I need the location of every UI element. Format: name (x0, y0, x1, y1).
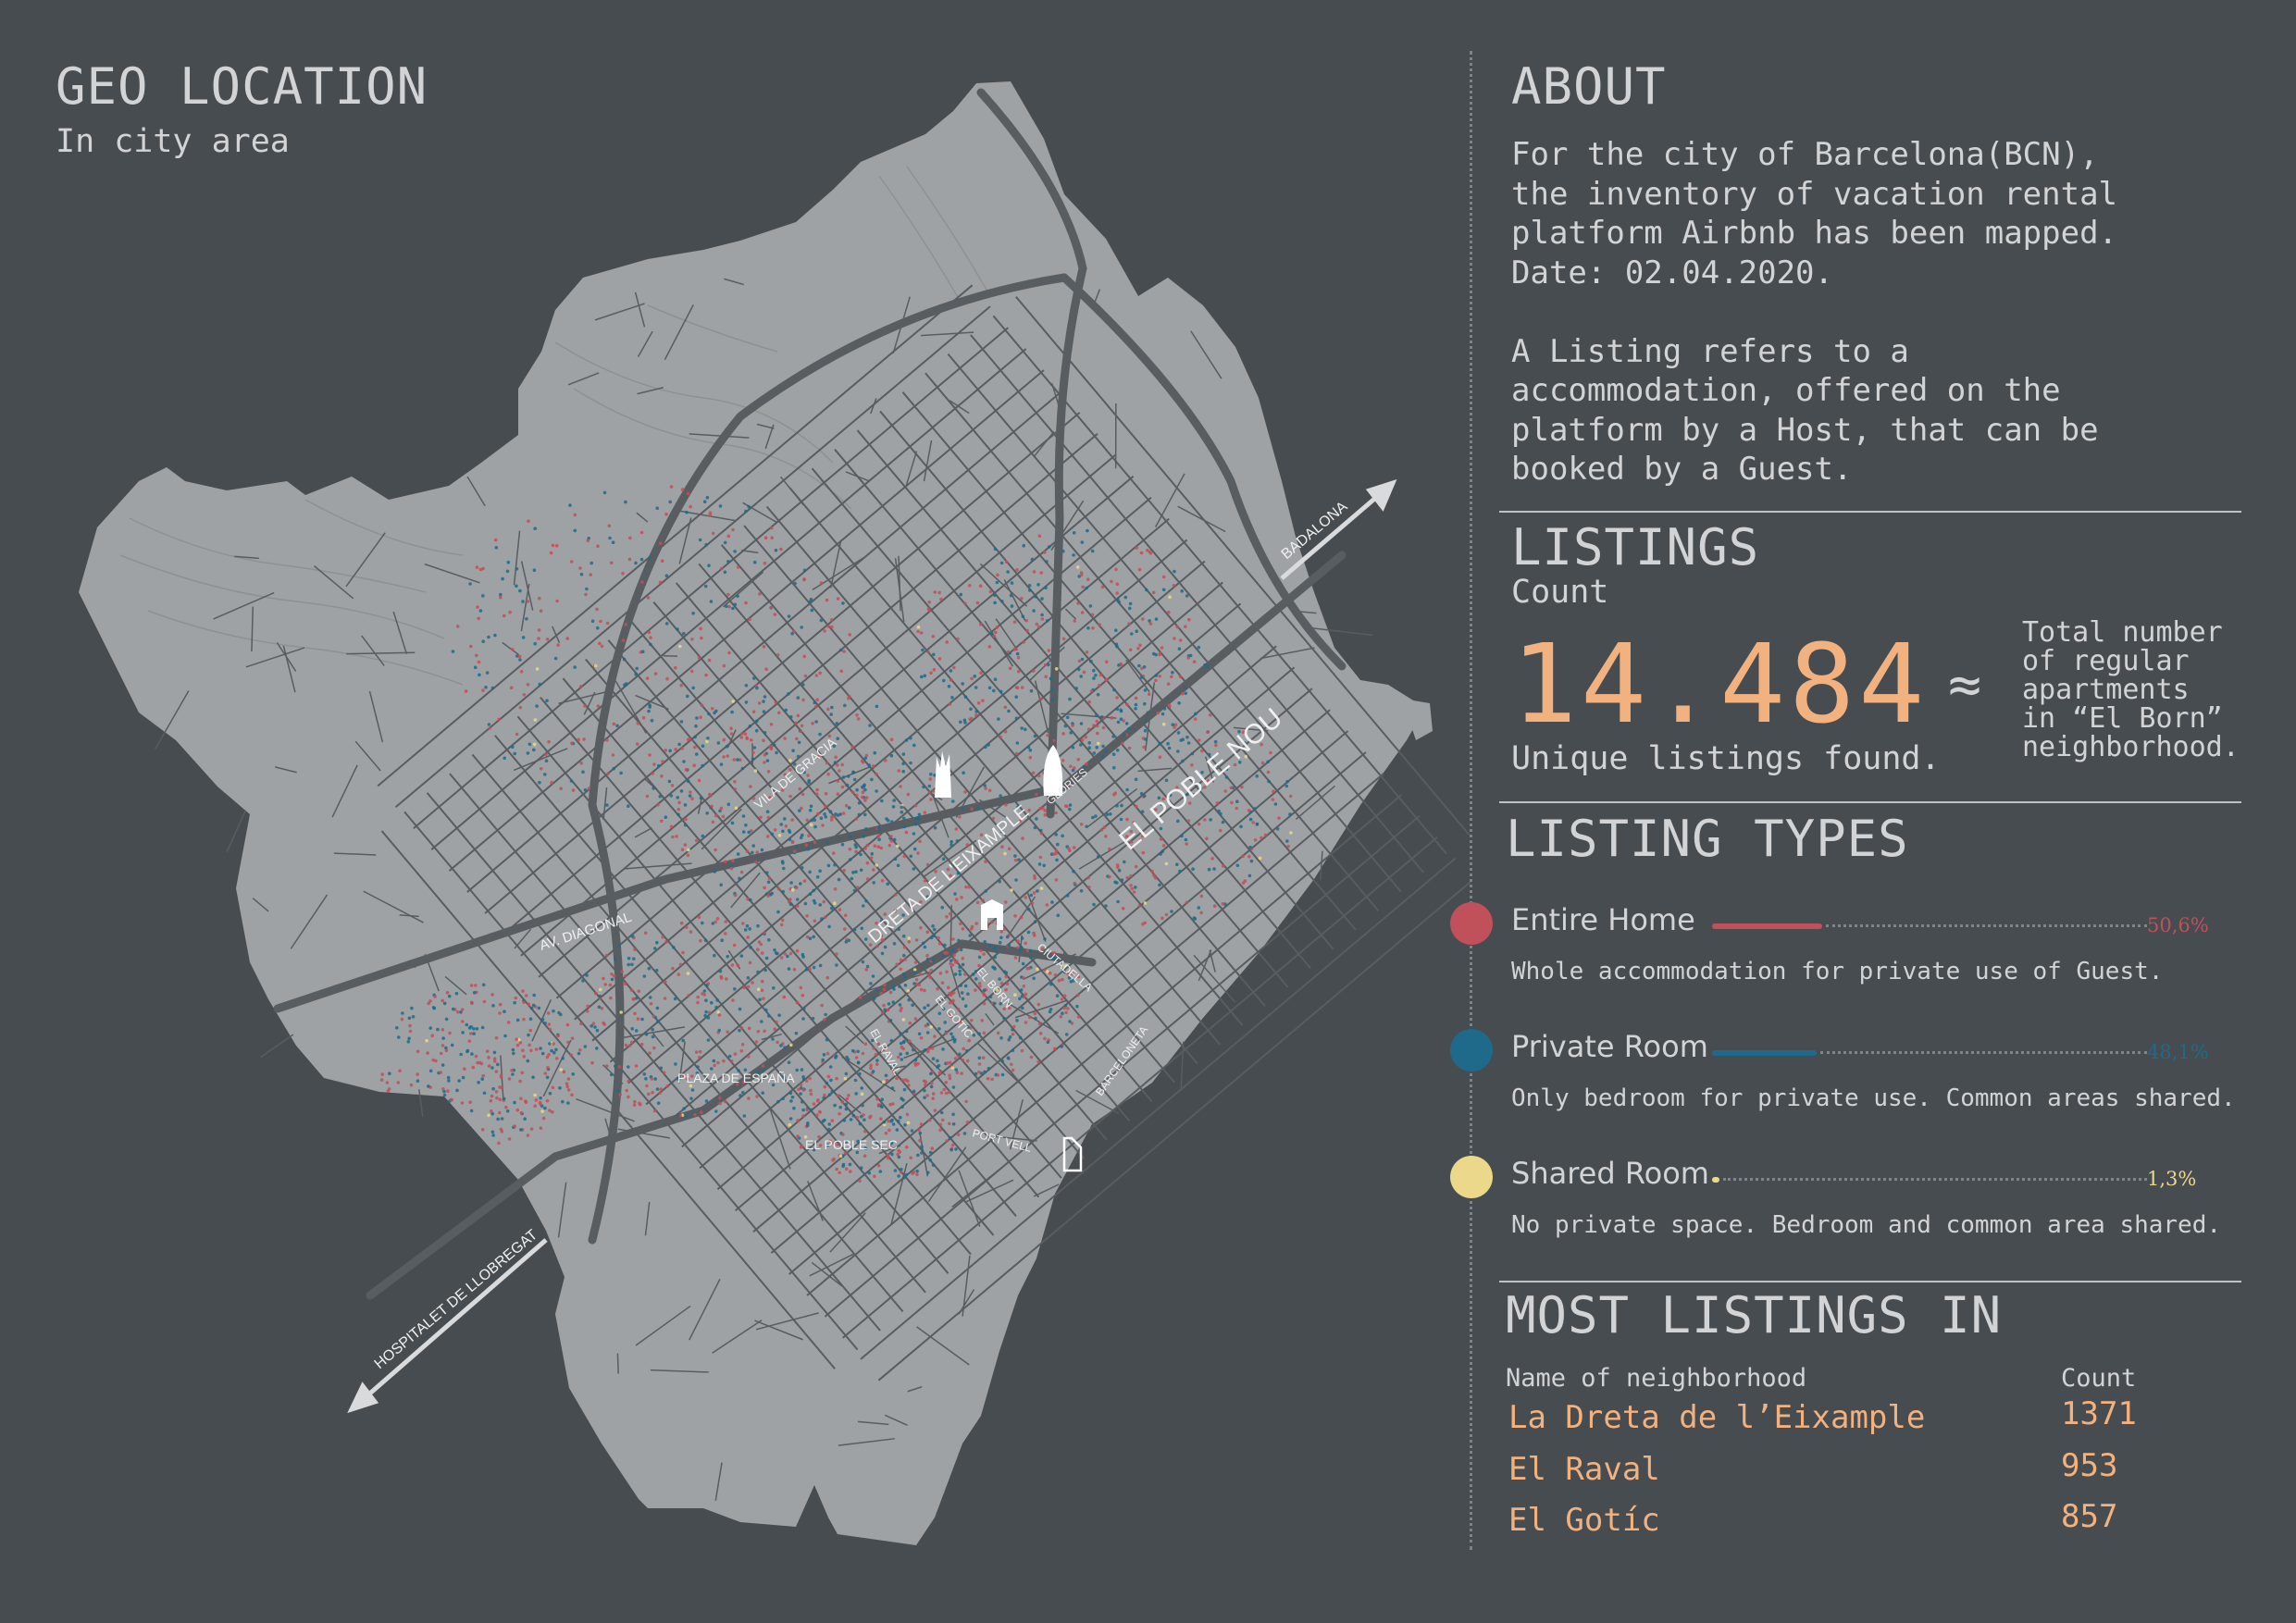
column-divider (1470, 51, 1472, 1550)
most-title: MOST LISTINGS IN (1506, 1286, 2003, 1344)
about-line: A Listing refers to a (1511, 332, 1909, 370)
type-percent-label: 48,1% (2147, 1041, 2209, 1063)
listings-title: LISTINGS (1511, 518, 1760, 576)
neighborhood-name: El Raval (1508, 1451, 1660, 1488)
type-percent-bar (1712, 923, 1822, 929)
type-label: Shared Room (1511, 1156, 1709, 1191)
type-color-dot (1450, 1156, 1493, 1198)
type-percent-label: 50,6% (2147, 914, 2209, 936)
neighborhood-count: 953 (2061, 1447, 2118, 1484)
col-neighborhood-header: Name of neighborhood (1506, 1364, 1807, 1393)
type-description: Only bedroom for private use. Common are… (1511, 1084, 2236, 1112)
type-percent-bar (1712, 1050, 1817, 1056)
about-line: the inventory of vacation rental (1511, 175, 2118, 213)
listings-subtitle: Count (1511, 574, 1609, 611)
note-line: Total number (2022, 616, 2223, 649)
type-color-dot (1450, 1029, 1493, 1072)
type-description: No private space. Bedroom and common are… (1511, 1211, 2222, 1239)
type-dotted-track (1820, 1051, 2147, 1054)
type-dotted-track (1723, 1178, 2147, 1181)
type-label: Entire Home (1511, 902, 1695, 937)
col-count-header: Count (2061, 1364, 2137, 1393)
type-percent-label: 1,3% (2147, 1168, 2197, 1190)
neighborhood-count: 1371 (2061, 1395, 2137, 1432)
type-description: Whole accommodation for private use of G… (1511, 958, 2164, 985)
note-line: of regular (2022, 645, 2190, 677)
about-line: For the city of Barcelona(BCN), (1511, 136, 2099, 173)
note-line: in “El Born” (2022, 702, 2223, 735)
label-espana: PLAZA DE ESPAÑA (677, 1071, 795, 1085)
type-label: Private Room (1511, 1029, 1708, 1064)
label-poblesec: EL POBLE SEC (805, 1137, 898, 1152)
barcelona-map: BADALONA HOSPITALET DE LLOBREGAT EL POBL… (79, 81, 1471, 1545)
type-dotted-track (1826, 924, 2147, 927)
type-percent-bar (1712, 1177, 1719, 1183)
about-line: booked by a Guest. (1511, 451, 1853, 488)
neighborhood-name: El Gotíc (1508, 1502, 1660, 1539)
about-text: For the city of Barcelona(BCN), the inven… (1511, 135, 2117, 489)
note-line: neighborhood. (2022, 731, 2240, 763)
divider-most (1499, 1281, 2241, 1282)
types-title: LISTING TYPES (1506, 810, 1909, 868)
type-color-dot (1450, 902, 1493, 945)
about-line: platform by a Host, that can be (1511, 411, 2099, 449)
about-line: accommodation, offered on the (1511, 372, 2061, 409)
about-line: Date: 02.04.2020. (1511, 254, 1833, 291)
about-line: platform Airbnb has been mapped. (1511, 215, 2118, 252)
el-born-note: Total number of regular apartments in “El B… (2022, 618, 2240, 762)
label-hospitalet: HOSPITALET DE LLOBREGAT (372, 1227, 541, 1372)
about-title: ABOUT (1511, 57, 1667, 116)
note-line: apartments (2022, 674, 2190, 706)
divider-listings (1499, 511, 2241, 513)
about-line (1511, 292, 2117, 332)
listings-count: 14.484 (1511, 620, 1929, 748)
neighborhood-count: 857 (2061, 1498, 2118, 1535)
approx-symbol: ≈ (1948, 652, 1982, 717)
arrow-badalona-icon (1365, 478, 1397, 512)
neighborhood-name: La Dreta de l’Eixample (1508, 1399, 1926, 1436)
city-land (79, 81, 1433, 1545)
listings-caption: Unique listings found. (1511, 740, 1941, 777)
divider-types (1499, 801, 2241, 803)
